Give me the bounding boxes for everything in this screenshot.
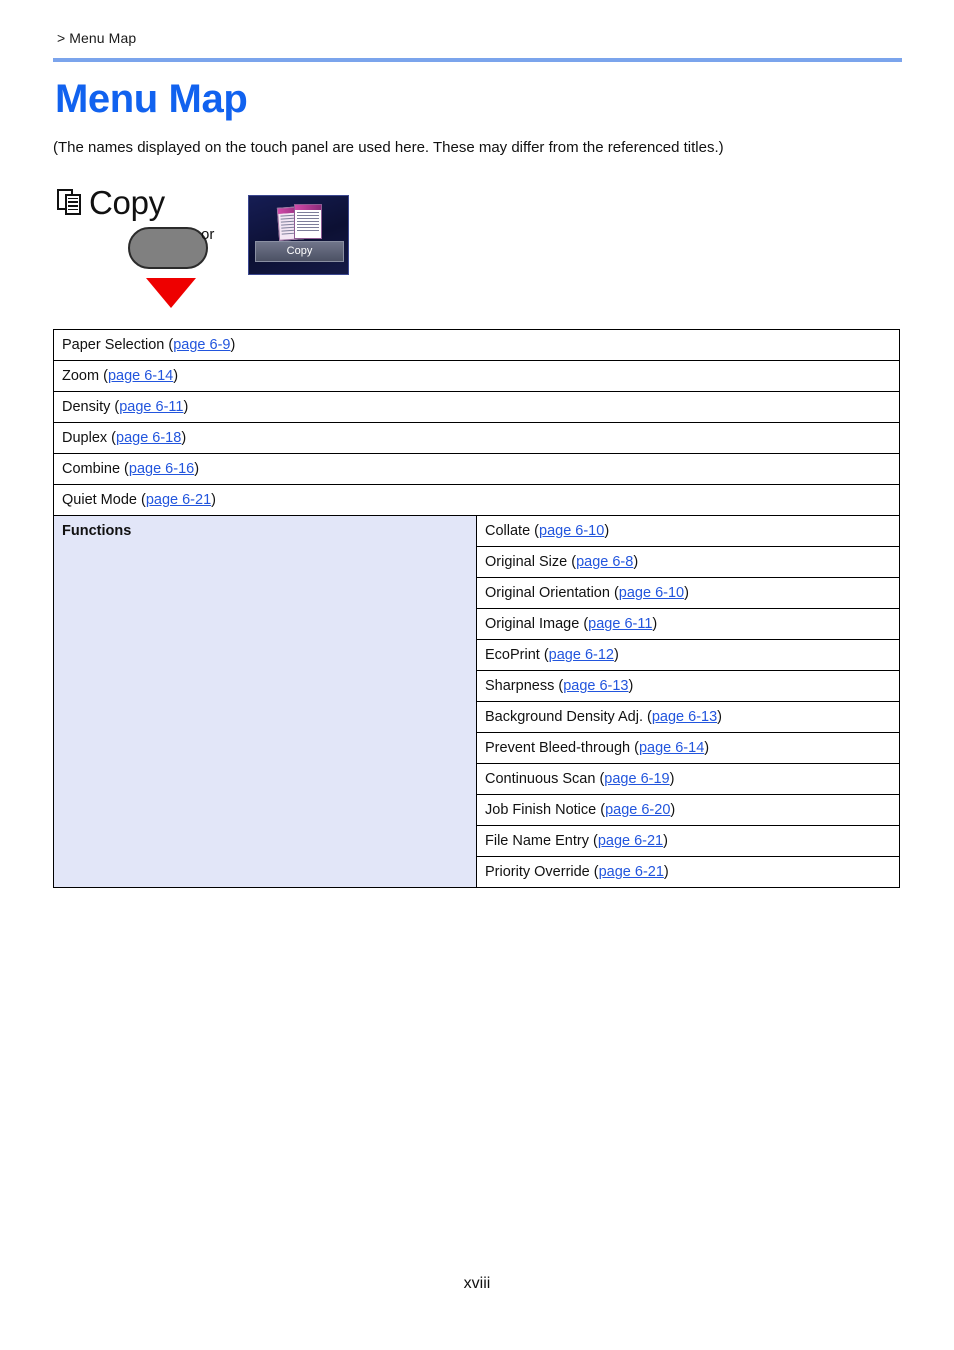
page-reference-link[interactable]: page 6-19 [604,771,669,787]
page-reference-link[interactable]: page 6-8 [576,554,633,570]
touch-panel-copy-tile[interactable]: Copy [248,195,349,275]
menu-entry-combine: Combine (page 6-16) [53,453,900,485]
copy-documents-icon [276,204,324,242]
table-row: Quiet Mode (page 6-21) [53,484,900,516]
copy-hardware-key[interactable] [128,227,208,269]
tile-caption: Copy [255,241,344,262]
entry-label: Prevent Bleed-through [485,740,631,756]
table-row: Functions Collate (page 6-10) [53,515,900,888]
page-reference-link[interactable]: page 6-13 [652,709,717,725]
table-row: Duplex (page 6-18) [53,422,900,454]
entry-label: Priority Override [485,864,590,880]
page-reference-link[interactable]: page 6-10 [619,585,684,601]
functions-group-label: Functions [53,515,477,888]
entry-label: EcoPrint [485,647,540,663]
entry-label: Duplex [62,430,108,446]
page-reference-link[interactable]: page 6-21 [146,492,211,508]
menu-map-table: Paper Selection (page 6-9) Zoom (page 6-… [53,329,900,888]
entry-label: Zoom [62,368,100,384]
menu-entry-job-finish-notice: Job Finish Notice (page 6-20) [476,794,900,826]
menu-entry-prevent-bleed-through: Prevent Bleed-through (page 6-14) [476,732,900,764]
page-reference-link[interactable]: page 6-14 [639,740,704,756]
page-reference-link[interactable]: page 6-13 [563,678,628,694]
entry-label: Original Orientation [485,585,610,601]
menu-entry-original-orientation: Original Orientation (page 6-10) [476,577,900,609]
copy-key-icon [57,188,83,217]
table-row: Combine (page 6-16) [53,453,900,485]
down-arrow-icon [146,278,196,308]
page-title: Menu Map [55,77,248,121]
entry-label: Original Image [485,616,580,632]
table-row: Zoom (page 6-14) [53,360,900,392]
menu-entry-original-image: Original Image (page 6-11) [476,608,900,640]
entry-label: Density [62,399,111,415]
copy-key-text: Copy [89,184,165,221]
menu-entry-quiet-mode: Quiet Mode (page 6-21) [53,484,900,516]
page-reference-link[interactable]: page 6-10 [539,523,604,539]
menu-entry-priority-override: Priority Override (page 6-21) [476,856,900,888]
page-reference-link[interactable]: page 6-11 [119,399,183,415]
page-number: xviii [463,1275,491,1292]
page-note: (The names displayed on the touch panel … [53,139,724,156]
page-reference-link[interactable]: page 6-18 [116,430,181,446]
entry-label: File Name Entry [485,833,589,849]
menu-entry-density: Density (page 6-11) [53,391,900,423]
or-label: or [201,226,215,243]
entry-label: Collate [485,523,531,539]
page-reference-link[interactable]: page 6-21 [599,864,664,880]
entry-label: Quiet Mode [62,492,137,508]
page-reference-link[interactable]: page 6-21 [598,833,663,849]
entry-label: Background Density Adj. [485,709,643,725]
menu-entry-paper-selection: Paper Selection (page 6-9) [53,329,900,361]
menu-entry-original-size: Original Size (page 6-8) [476,546,900,578]
page-reference-link[interactable]: page 6-16 [129,461,194,477]
menu-entry-sharpness: Sharpness (page 6-13) [476,670,900,702]
page-reference-link[interactable]: page 6-11 [588,616,652,632]
copy-key-illustration: Copy or Copy [53,186,383,316]
entry-label: Combine [62,461,121,477]
breadcrumb: > Menu Map [57,30,137,46]
menu-entry-duplex: Duplex (page 6-18) [53,422,900,454]
table-row: Paper Selection (page 6-9) [53,329,900,361]
copy-key-label-row: Copy [57,186,165,219]
table-row: Density (page 6-11) [53,391,900,423]
entry-label: Paper Selection [62,337,165,353]
page-reference-link[interactable]: page 6-14 [108,368,173,384]
entry-label: Job Finish Notice [485,802,597,818]
menu-map-table-body: Paper Selection (page 6-9) Zoom (page 6-… [53,329,900,888]
page-reference-link[interactable]: page 6-20 [605,802,670,818]
header-rule [53,58,902,62]
page-reference-link[interactable]: page 6-12 [549,647,614,663]
menu-entry-zoom: Zoom (page 6-14) [53,360,900,392]
menu-entry-ecoprint: EcoPrint (page 6-12) [476,639,900,671]
menu-entry-file-name-entry: File Name Entry (page 6-21) [476,825,900,857]
entry-label: Original Size [485,554,568,570]
menu-entry-background-density-adj: Background Density Adj. (page 6-13) [476,701,900,733]
page-reference-link[interactable]: page 6-9 [173,337,230,353]
menu-entry-continuous-scan: Continuous Scan (page 6-19) [476,763,900,795]
entry-label: Sharpness [485,678,555,694]
entry-label: Continuous Scan [485,771,596,787]
menu-entry-collate: Collate (page 6-10) [476,515,900,547]
